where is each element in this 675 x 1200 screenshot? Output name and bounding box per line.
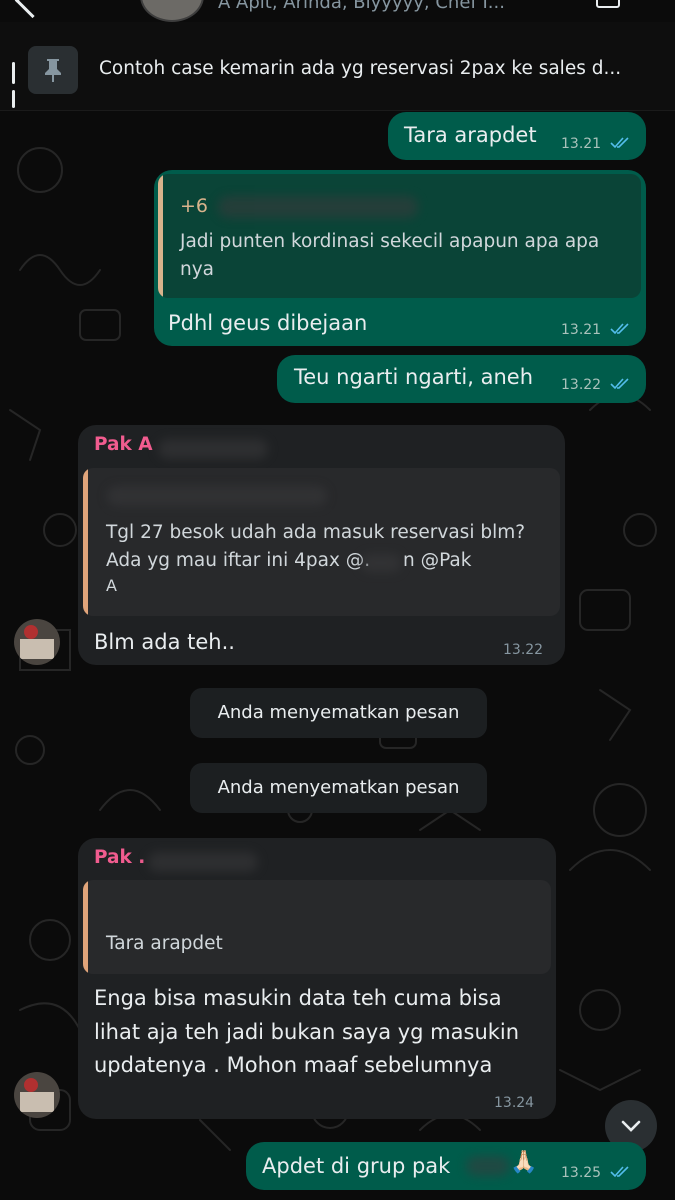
- sender-avatar[interactable]: [14, 1072, 60, 1118]
- quoted-message[interactable]: +6 Jadi punten kordinasi sekecil apapun …: [158, 174, 641, 298]
- outgoing-message[interactable]: +6 Jadi punten kordinasi sekecil apapun …: [154, 170, 646, 346]
- emoji: 🙏🏻: [510, 1150, 538, 1175]
- chat-header: A Apit, Arinda, Biyyyyy, Chef I...: [0, 0, 675, 22]
- video-call-icon[interactable]: [596, 0, 620, 8]
- quote-text: Ada yg mau iftar ini 4pax @.: [106, 550, 371, 571]
- quote-text: Tara arapdet: [106, 933, 223, 954]
- message-text: Enga bisa masukin data teh cuma bisa: [94, 986, 502, 1010]
- sender-name[interactable]: Pak .: [94, 847, 145, 868]
- incoming-message[interactable]: Pak . Tara arapdet Enga bisa masukin dat…: [78, 838, 556, 1119]
- message-time: 13.21: [561, 136, 602, 152]
- message-text: Apdet di grup pak: [262, 1154, 451, 1178]
- quote-text: Jadi punten kordinasi sekecil apapun apa…: [180, 231, 600, 252]
- message-text: Blm ada teh..: [94, 630, 235, 654]
- quote-sender: +6: [180, 195, 209, 217]
- message-text: Tara arapdet: [404, 123, 537, 147]
- quote-text: n @Pak: [403, 550, 472, 571]
- sender-avatar[interactable]: [14, 619, 60, 665]
- read-ticks-icon: [610, 1166, 629, 1178]
- redacted-mention: [361, 554, 401, 572]
- redacted-text: [466, 1156, 510, 1176]
- quoted-message[interactable]: Tara arapdet: [83, 880, 551, 974]
- quote-text: A: [106, 576, 117, 595]
- quote-text: nya: [180, 259, 215, 280]
- message-time: 13.25: [561, 1165, 602, 1181]
- pin-page-indicator: [12, 62, 15, 114]
- read-ticks-icon: [610, 137, 629, 149]
- pin-icon: [28, 46, 78, 94]
- outgoing-message[interactable]: Apdet di grup pak 🙏🏻 13.25: [246, 1142, 646, 1190]
- redacted-name: [148, 852, 258, 872]
- outgoing-message[interactable]: Teu ngarti ngarti, aneh 13.22: [277, 355, 646, 403]
- redacted-name: [158, 439, 268, 459]
- message-text: updatenya . Mohon maaf sebelumnya: [94, 1053, 493, 1077]
- pinned-message-bar[interactable]: Contoh case kemarin ada yg reservasi 2pa…: [0, 22, 675, 111]
- read-ticks-icon: [610, 323, 629, 335]
- chevron-down-icon: [621, 1120, 641, 1132]
- message-time: 13.22: [503, 642, 544, 658]
- back-chevron-icon[interactable]: [14, 0, 51, 19]
- quoted-message[interactable]: Tgl 27 besok udah ada masuk reservasi bl…: [83, 468, 560, 616]
- sender-name[interactable]: Pak A: [94, 434, 153, 455]
- outgoing-message[interactable]: Tara arapdet 13.21: [388, 112, 646, 160]
- read-ticks-icon: [610, 378, 629, 390]
- system-message: Anda menyematkan pesan: [190, 688, 487, 738]
- pinned-message-text: Contoh case kemarin ada yg reservasi 2pa…: [99, 58, 622, 79]
- message-text: Teu ngarti ngarti, aneh: [294, 365, 534, 389]
- group-avatar[interactable]: [140, 0, 204, 22]
- message-text: Pdhl geus dibejaan: [168, 311, 368, 335]
- message-time: 13.24: [494, 1095, 535, 1111]
- message-time: 13.22: [561, 377, 602, 393]
- group-members[interactable]: A Apit, Arinda, Biyyyyy, Chef I...: [218, 0, 505, 13]
- message-text: lihat aja teh jadi bukan saya yg masukin: [94, 1020, 520, 1044]
- quote-text: Tgl 27 besok udah ada masuk reservasi bl…: [106, 522, 526, 543]
- message-time: 13.21: [561, 322, 602, 338]
- redacted-number: [218, 196, 418, 218]
- incoming-message[interactable]: Pak A Tgl 27 besok udah ada masuk reserv…: [78, 425, 565, 665]
- redacted-sender: [107, 486, 327, 506]
- system-message: Anda menyematkan pesan: [190, 763, 487, 813]
